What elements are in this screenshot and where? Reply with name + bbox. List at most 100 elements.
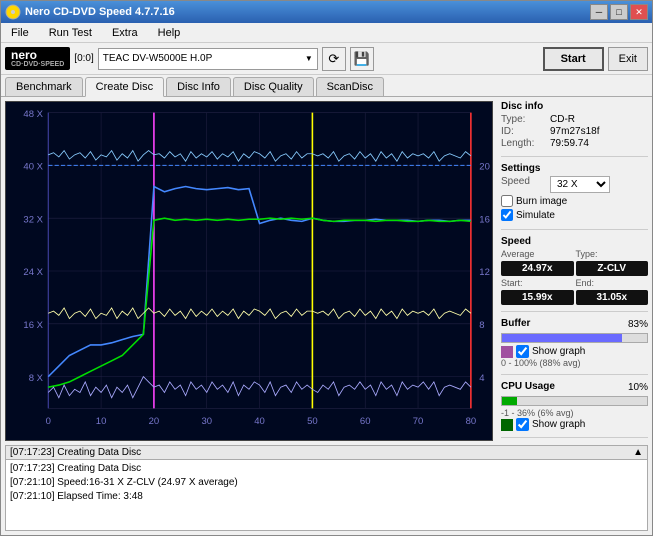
speed-select[interactable]: 32 X 16 X 8 X 4 X Max [550, 176, 610, 193]
app-icon [5, 4, 21, 20]
refresh-button[interactable]: ⟳ [322, 47, 346, 71]
buffer-section: Buffer 83% Show graph 0 - 100% (88% avg) [501, 318, 648, 368]
svg-text:0: 0 [46, 416, 51, 427]
log-scroll-icon: ▲ [633, 447, 643, 458]
buffer-color-swatch [501, 346, 513, 358]
cpu-color-swatch [501, 419, 513, 431]
buffer-fill [502, 334, 622, 342]
speed-row: Speed 32 X 16 X 8 X 4 X Max [501, 176, 648, 193]
simulate-row: Simulate [501, 209, 648, 221]
speed-section: Speed Average Type: 24.97x Z-CLV Start: … [501, 236, 648, 305]
id-label: ID: [501, 126, 546, 137]
title-bar: Nero CD-DVD Speed 4.7.7.16 ─ □ ✕ [1, 1, 652, 23]
simulate-checkbox[interactable] [501, 209, 513, 221]
drive-label: [0:0] [74, 53, 93, 64]
menu-file[interactable]: File [5, 25, 35, 41]
menu-help[interactable]: Help [152, 25, 187, 41]
buffer-bar [501, 333, 648, 343]
log-header: [07:17:23] Creating Data Disc ▲ [5, 445, 648, 459]
length-value: 79:59.74 [550, 138, 589, 149]
tab-disc-quality[interactable]: Disc Quality [233, 77, 314, 96]
buffer-percent: 83% [628, 319, 648, 330]
toolbar: nero CD·DVD·SPEED [0:0] TEAC DV-W5000E H… [1, 43, 652, 75]
type-value: CD-R [550, 114, 575, 125]
svg-text:10: 10 [96, 416, 107, 427]
svg-text:70: 70 [413, 416, 424, 427]
burn-image-row: Burn image [501, 195, 648, 207]
right-panel: Disc info Type: CD-R ID: 97m27s18f Lengt… [497, 97, 652, 445]
tab-benchmark[interactable]: Benchmark [5, 77, 83, 96]
average-label: Average [501, 249, 574, 259]
burn-image-label: Burn image [516, 196, 567, 207]
divider-4 [501, 374, 648, 375]
cpu-title: CPU Usage [501, 381, 555, 392]
content-wrapper: 48 X 40 X 32 X 24 X 16 X 8 X 20 16 12 8 … [1, 97, 652, 535]
svg-text:8 X: 8 X [29, 373, 44, 384]
buffer-show-graph-checkbox[interactable] [516, 345, 529, 358]
save-button[interactable]: 💾 [350, 47, 374, 71]
svg-text:48 X: 48 X [23, 109, 43, 120]
id-value: 97m27s18f [550, 126, 599, 137]
tab-disc-info[interactable]: Disc Info [166, 77, 231, 96]
svg-text:4: 4 [479, 373, 484, 384]
settings-section: Settings Speed 32 X 16 X 8 X 4 X Max [501, 163, 648, 223]
exit-button[interactable]: Exit [608, 47, 648, 71]
svg-text:12: 12 [479, 267, 490, 278]
minimize-button[interactable]: ─ [590, 4, 608, 20]
start-button[interactable]: Start [543, 47, 604, 71]
chart-svg: 48 X 40 X 32 X 24 X 16 X 8 X 20 16 12 8 … [6, 102, 492, 440]
svg-text:16: 16 [479, 214, 490, 225]
buffer-avg-text: 0 - 100% (88% avg) [501, 358, 648, 368]
settings-title: Settings [501, 163, 648, 174]
end-label: End: [576, 278, 649, 288]
tab-scan-disc[interactable]: ScanDisc [316, 77, 384, 96]
chart-area: 48 X 40 X 32 X 24 X 16 X 8 X 20 16 12 8 … [5, 101, 493, 441]
divider-3 [501, 311, 648, 312]
main-window: Nero CD-DVD Speed 4.7.7.16 ─ □ ✕ File Ru… [0, 0, 653, 536]
maximize-button[interactable]: □ [610, 4, 628, 20]
start-label: Start: [501, 278, 574, 288]
divider-5 [501, 437, 648, 438]
svg-text:20: 20 [479, 162, 490, 173]
svg-text:80: 80 [466, 416, 477, 427]
title-bar-buttons: ─ □ ✕ [590, 4, 648, 20]
menu-bar: File Run Test Extra Help [1, 23, 652, 43]
cpu-show-graph-checkbox[interactable] [516, 418, 529, 431]
menu-run-test[interactable]: Run Test [43, 25, 98, 41]
log-entry-1: [07:21:10] Speed:16-31 X Z-CLV (24.97 X … [10, 476, 643, 490]
buffer-title: Buffer [501, 318, 530, 329]
length-label: Length: [501, 138, 546, 149]
type-speed-value: Z-CLV [576, 261, 649, 276]
disc-info-section: Disc info Type: CD-R ID: 97m27s18f Lengt… [501, 101, 648, 150]
tabs-row: Benchmark Create Disc Disc Info Disc Qua… [1, 75, 652, 97]
speed-section-title: Speed [501, 236, 648, 247]
drive-name: TEAC DV-W5000E H.0P [103, 53, 305, 64]
log-entry-2: [07:21:10] Elapsed Time: 3:48 [10, 490, 643, 504]
drive-selector[interactable]: TEAC DV-W5000E H.0P ▼ [98, 48, 318, 70]
log-area[interactable]: [07:17:23] Creating Data Disc [07:21:10]… [5, 459, 648, 531]
svg-text:20: 20 [149, 416, 160, 427]
buffer-show-graph-label: Show graph [532, 346, 585, 357]
type-label: Type: [501, 114, 546, 125]
drive-dropdown-icon[interactable]: ▼ [305, 54, 313, 63]
cpu-percent: 10% [628, 382, 648, 393]
tab-create-disc[interactable]: Create Disc [85, 77, 164, 97]
title-bar-left: Nero CD-DVD Speed 4.7.7.16 [5, 4, 175, 20]
type-header-label: Type: [576, 249, 649, 259]
cpu-avg-text: -1 - 36% (6% avg) [501, 408, 648, 418]
log-section: [07:17:23] Creating Data Disc ▲ [07:17:2… [1, 445, 652, 535]
divider-1 [501, 156, 648, 157]
speed-label: Speed [501, 176, 546, 193]
disc-info-title: Disc info [501, 101, 648, 112]
log-first-entry: [07:17:23] Creating Data Disc [10, 447, 141, 458]
end-speed-value: 31.05x [576, 290, 649, 305]
main-content: 48 X 40 X 32 X 24 X 16 X 8 X 20 16 12 8 … [1, 97, 652, 445]
svg-text:60: 60 [360, 416, 371, 427]
close-button[interactable]: ✕ [630, 4, 648, 20]
burn-image-checkbox[interactable] [501, 195, 513, 207]
disc-length-row: Length: 79:59.74 [501, 138, 648, 149]
start-speed-value: 15.99x [501, 290, 574, 305]
menu-extra[interactable]: Extra [106, 25, 144, 41]
disc-type-row: Type: CD-R [501, 114, 648, 125]
svg-text:8: 8 [479, 320, 484, 331]
